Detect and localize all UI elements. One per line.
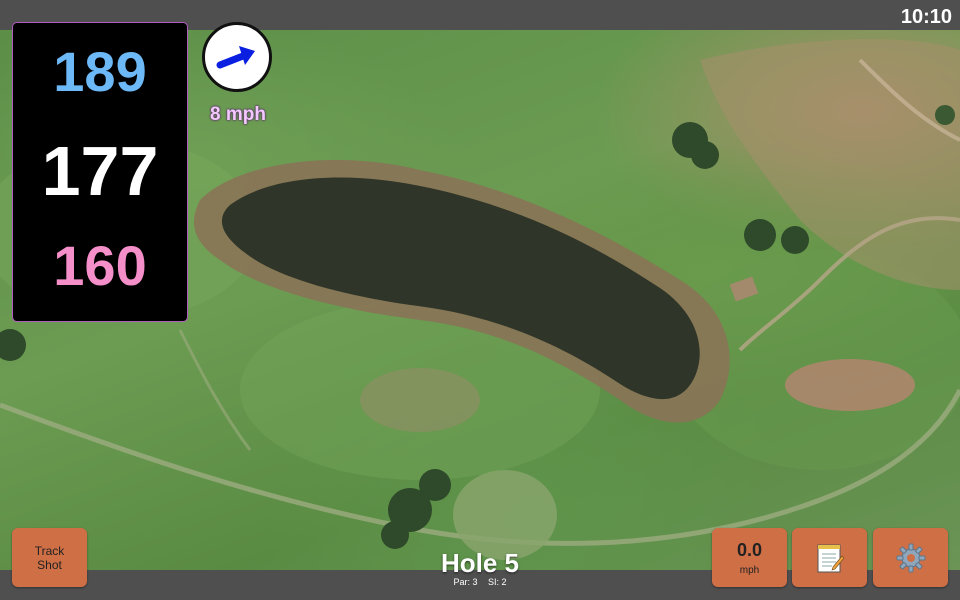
hole-info: Par: 3 SI: 2 bbox=[380, 577, 580, 587]
front-distance: 160 bbox=[53, 234, 147, 297]
wind-indicator bbox=[202, 22, 272, 92]
speed-value: 0.0 bbox=[736, 539, 763, 560]
gear-icon bbox=[896, 543, 925, 572]
wind-arrow-icon bbox=[216, 46, 255, 69]
hole-title: Hole 5 bbox=[440, 548, 520, 578]
status-time: 10:10 bbox=[900, 6, 952, 28]
middle-distance: 177 bbox=[41, 132, 159, 210]
notes-button[interactable] bbox=[792, 528, 867, 587]
track-shot-label-line1: Track bbox=[34, 543, 65, 558]
hole-si: SI: 2 bbox=[488, 577, 507, 587]
back-distance: 189 bbox=[53, 40, 147, 103]
speed-unit: mph bbox=[739, 564, 760, 576]
distance-panel: 189 177 160 bbox=[12, 22, 188, 322]
track-shot-label-line2: Shot bbox=[37, 557, 62, 572]
speed-button[interactable]: 0.0 mph bbox=[712, 528, 787, 587]
track-shot-button[interactable]: Track Shot bbox=[12, 528, 87, 587]
hole-par: Par: 3 bbox=[453, 577, 478, 587]
settings-button[interactable] bbox=[873, 528, 948, 587]
wind-speed: 8 mph bbox=[210, 104, 266, 125]
notepad-icon bbox=[817, 544, 844, 572]
